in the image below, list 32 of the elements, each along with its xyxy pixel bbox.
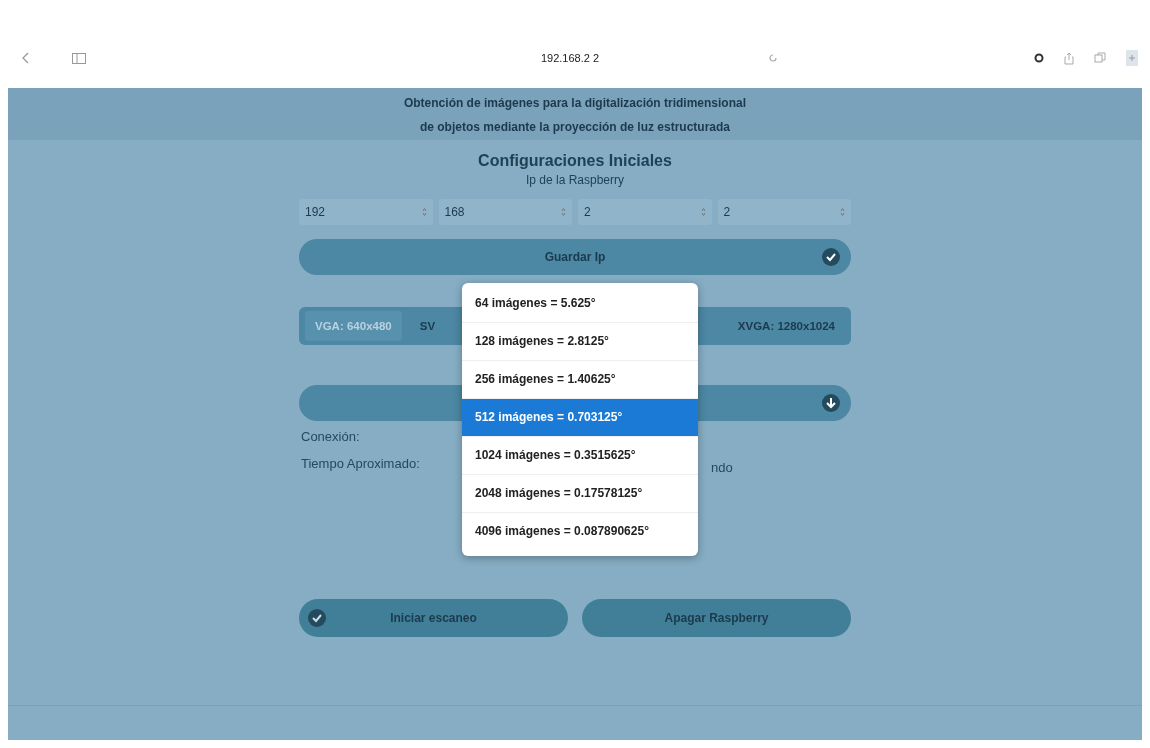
circle-icon[interactable] xyxy=(1034,53,1044,63)
number-field[interactable]: 192 xyxy=(299,199,433,225)
header-title: Obtención de imágenes para la digitalización tridimensional xyxy=(403,95,747,112)
header-title: de objetos mediante la proyección de luz estructurada xyxy=(419,119,731,136)
stepper-icon[interactable] xyxy=(561,207,566,217)
resolution-option[interactable]: SV xyxy=(409,311,446,341)
stepper-icon[interactable] xyxy=(700,207,706,217)
reload-icon[interactable] xyxy=(768,53,778,63)
tabs-icon[interactable] xyxy=(1094,52,1106,64)
menu-option[interactable]: 1024 imágenes = 0.3515625° xyxy=(462,437,698,475)
menu-option[interactable]: 128 imágenes = 2.8125° xyxy=(462,323,698,361)
resolution-option[interactable]: XVGA: 1280x1024 xyxy=(727,311,845,341)
info-label: Conexión: xyxy=(301,429,361,444)
save-ip-button[interactable]: Guardar Ip xyxy=(299,239,851,275)
add-tab-icon[interactable] xyxy=(1126,50,1138,66)
menu-option[interactable]: 2048 imágenes = 0.17578125° xyxy=(462,475,698,513)
menu-option[interactable]: 512 imágenes = 0.703125° xyxy=(462,399,698,437)
section-subtitle: Ip de la Raspberry xyxy=(524,173,626,187)
section-title: Configuraciones Iniciales xyxy=(477,152,673,170)
number-field[interactable]: 168 xyxy=(438,199,572,225)
number-field[interactable]: 2 xyxy=(717,199,851,225)
stepper-icon[interactable] xyxy=(840,207,845,217)
check-icon xyxy=(821,247,841,267)
number-field[interactable]: 2 xyxy=(578,199,712,225)
address-bar[interactable]: 192.168.2 2 xyxy=(202,52,938,64)
back-icon[interactable] xyxy=(22,52,30,64)
share-icon[interactable] xyxy=(1064,51,1074,65)
menu-option[interactable]: 64 imágenes = 5.625° xyxy=(462,285,698,323)
sidebar-icon[interactable] xyxy=(72,52,86,64)
stepper-icon[interactable] xyxy=(421,207,427,217)
info-value: ndo xyxy=(711,459,733,475)
menu-option[interactable]: 4096 imágenes = 0.087890625° xyxy=(462,513,698,550)
